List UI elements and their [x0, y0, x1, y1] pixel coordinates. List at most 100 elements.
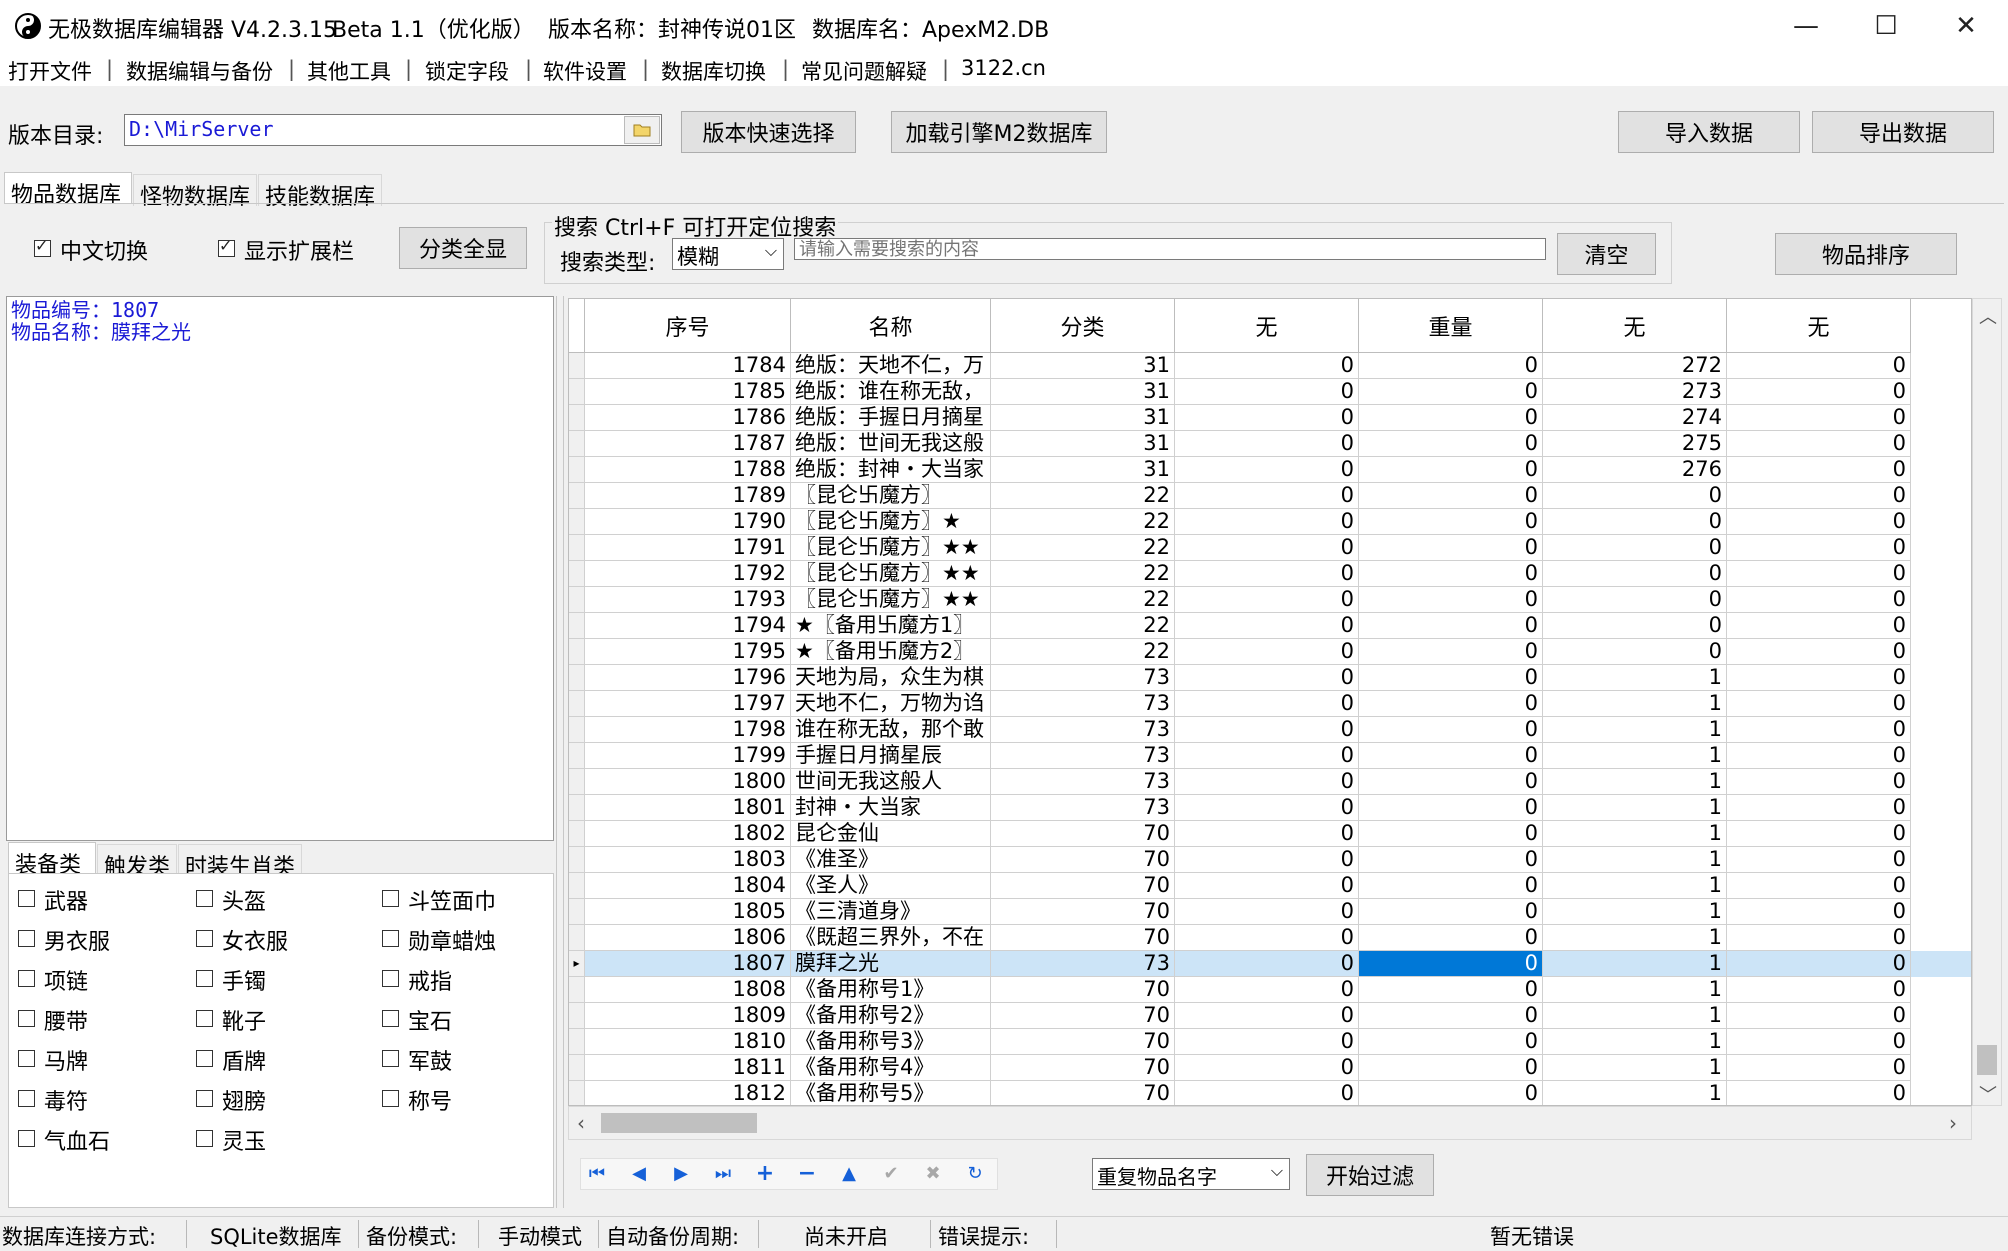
table-row[interactable]: 1809 《备用称号2》 70 0 0 1 0: [569, 1003, 1971, 1029]
table-cell[interactable]: 0: [1727, 977, 1911, 1003]
table-cell[interactable]: 1: [1543, 795, 1727, 821]
chinese-switch-checkbox[interactable]: [34, 236, 51, 257]
category-checkbox[interactable]: [196, 1010, 213, 1027]
table-cell[interactable]: 1803: [585, 847, 791, 873]
table-row[interactable]: 1812 《备用称号5》 70 0 0 1 0: [569, 1081, 1971, 1105]
table-cell[interactable]: 0: [1727, 431, 1911, 457]
table-cell[interactable]: 0: [1727, 899, 1911, 925]
table-cell[interactable]: 1785: [585, 379, 791, 405]
table-cell[interactable]: 0: [1359, 977, 1543, 1003]
table-cell[interactable]: 31: [991, 457, 1175, 483]
table-cell[interactable]: 1795: [585, 639, 791, 665]
table-cell[interactable]: 0: [1175, 587, 1359, 613]
table-cell[interactable]: 0: [1359, 899, 1543, 925]
search-input[interactable]: [794, 238, 1546, 260]
row-indicator[interactable]: [569, 925, 585, 951]
tab-equipment[interactable]: 装备类: [8, 842, 96, 878]
table-cell[interactable]: 0: [1175, 925, 1359, 951]
table-cell[interactable]: 0: [1175, 379, 1359, 405]
table-cell[interactable]: 1797: [585, 691, 791, 717]
category-checkbox[interactable]: [18, 890, 35, 907]
table-cell[interactable]: 31: [991, 379, 1175, 405]
category-checkbox[interactable]: [196, 1130, 213, 1147]
table-cell[interactable]: 《备用称号5》: [791, 1081, 991, 1105]
vertical-scrollbar[interactable]: ︿ ﹀: [1972, 298, 2002, 1106]
load-engine-db-button[interactable]: 加载引擎M2数据库: [891, 111, 1107, 153]
table-cell[interactable]: 0: [1359, 769, 1543, 795]
refresh-icon[interactable]: ↻: [962, 1160, 988, 1186]
table-cell[interactable]: 1787: [585, 431, 791, 457]
dir-input[interactable]: D:\MirServer: [124, 114, 662, 146]
table-row[interactable]: 1786 绝版：手握日月摘星 31 0 0 274 0: [569, 405, 1971, 431]
table-cell[interactable]: 0: [1727, 535, 1911, 561]
close-button[interactable]: ✕: [1926, 0, 2006, 52]
table-cell[interactable]: ★〖备用卐魔方1〗: [791, 613, 991, 639]
table-cell[interactable]: 0: [1727, 951, 1911, 977]
table-row[interactable]: 1808 《备用称号1》 70 0 0 1 0: [569, 977, 1971, 1003]
table-cell[interactable]: 1792: [585, 561, 791, 587]
scroll-right-icon[interactable]: ›: [1949, 1111, 1957, 1135]
table-cell[interactable]: 0: [1175, 353, 1359, 379]
table-cell[interactable]: 0: [1175, 457, 1359, 483]
table-cell[interactable]: 0: [1359, 613, 1543, 639]
table-cell[interactable]: 0: [1727, 769, 1911, 795]
table-cell[interactable]: 0: [1359, 1055, 1543, 1081]
grid-column-header[interactable]: 无: [1543, 299, 1727, 353]
table-cell[interactable]: 31: [991, 431, 1175, 457]
table-cell[interactable]: 0: [1543, 613, 1727, 639]
table-row[interactable]: 1802 昆仑金仙 70 0 0 1 0: [569, 821, 1971, 847]
category-checkbox[interactable]: [196, 1050, 213, 1067]
table-cell[interactable]: 0: [1359, 795, 1543, 821]
table-row[interactable]: 1800 世间无我这般人 73 0 0 1 0: [569, 769, 1971, 795]
table-cell[interactable]: 1786: [585, 405, 791, 431]
row-indicator[interactable]: [569, 873, 585, 899]
table-cell[interactable]: 《备用称号1》: [791, 977, 991, 1003]
table-cell[interactable]: 0: [1359, 925, 1543, 951]
row-indicator[interactable]: [569, 1029, 585, 1055]
post-record-icon[interactable]: ✔: [878, 1160, 904, 1186]
table-cell[interactable]: 0: [1727, 873, 1911, 899]
row-indicator[interactable]: [569, 691, 585, 717]
table-cell[interactable]: 0: [1727, 691, 1911, 717]
table-cell[interactable]: 0: [1175, 873, 1359, 899]
row-indicator[interactable]: [569, 353, 585, 379]
table-cell[interactable]: 273: [1543, 379, 1727, 405]
table-cell[interactable]: 70: [991, 1003, 1175, 1029]
browse-folder-button[interactable]: [624, 116, 660, 144]
table-cell[interactable]: 0: [1175, 535, 1359, 561]
table-cell[interactable]: 1801: [585, 795, 791, 821]
minimize-button[interactable]: —: [1766, 0, 1846, 52]
row-indicator[interactable]: [569, 717, 585, 743]
category-checkbox[interactable]: [18, 1090, 35, 1107]
table-cell[interactable]: 1: [1543, 1003, 1727, 1029]
row-indicator[interactable]: [569, 483, 585, 509]
table-row[interactable]: 1797 天地不仁，万物为诌 73 0 0 1 0: [569, 691, 1971, 717]
table-cell[interactable]: 1: [1543, 951, 1727, 977]
quick-select-button[interactable]: 版本快速选择: [681, 111, 856, 153]
table-cell[interactable]: 0: [1727, 483, 1911, 509]
scroll-up-icon[interactable]: ︿: [1979, 303, 1997, 329]
table-cell[interactable]: 1794: [585, 613, 791, 639]
import-data-button[interactable]: 导入数据: [1618, 111, 1800, 153]
table-cell[interactable]: 1788: [585, 457, 791, 483]
row-indicator[interactable]: [569, 535, 585, 561]
table-row[interactable]: 1788 绝版：封神・大当家 31 0 0 276 0: [569, 457, 1971, 483]
table-cell[interactable]: 0: [1359, 1029, 1543, 1055]
table-cell[interactable]: 22: [991, 509, 1175, 535]
table-cell[interactable]: 0: [1727, 795, 1911, 821]
table-cell[interactable]: 0: [1543, 535, 1727, 561]
table-cell[interactable]: 0: [1359, 379, 1543, 405]
table-cell[interactable]: 绝版：封神・大当家: [791, 457, 991, 483]
menu-faq[interactable]: 常见问题解疑: [801, 56, 927, 86]
category-checkbox[interactable]: [382, 890, 399, 907]
table-cell[interactable]: ★〖备用卐魔方2〗: [791, 639, 991, 665]
table-cell[interactable]: 70: [991, 821, 1175, 847]
table-cell[interactable]: 73: [991, 795, 1175, 821]
table-cell[interactable]: 1: [1543, 873, 1727, 899]
row-indicator[interactable]: [569, 613, 585, 639]
table-cell[interactable]: 73: [991, 691, 1175, 717]
table-cell[interactable]: 1804: [585, 873, 791, 899]
table-cell[interactable]: 31: [991, 405, 1175, 431]
row-indicator[interactable]: [569, 561, 585, 587]
table-cell[interactable]: 0: [1727, 405, 1911, 431]
